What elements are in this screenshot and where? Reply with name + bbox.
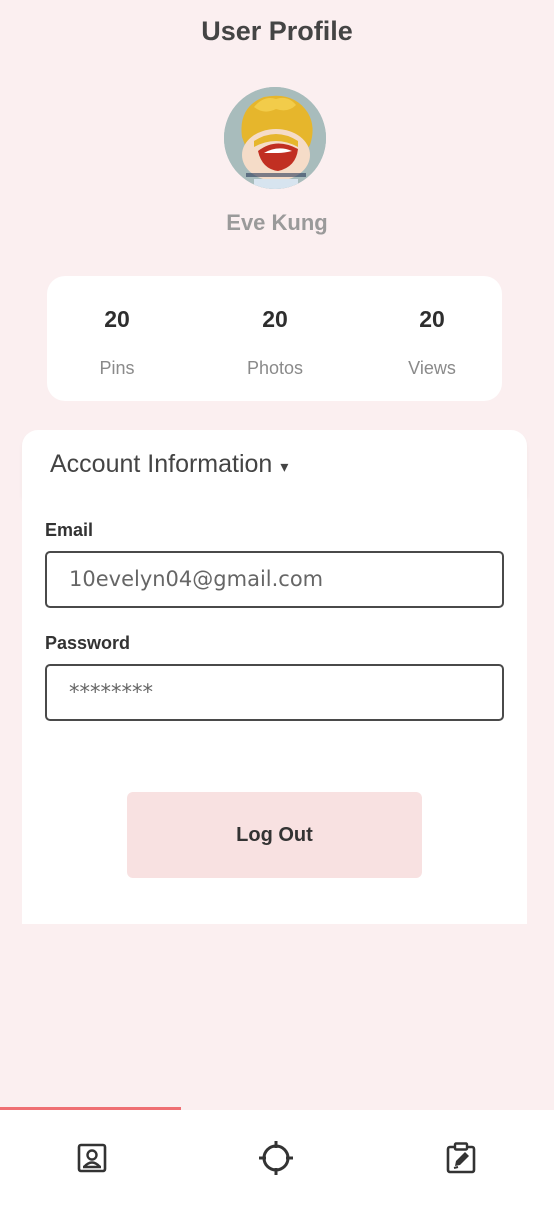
crosshair-icon bbox=[259, 1141, 293, 1175]
stat-value: 20 bbox=[262, 306, 288, 332]
password-label: Password bbox=[45, 633, 131, 653]
nav-locate[interactable] bbox=[184, 1110, 368, 1206]
stat-value: 20 bbox=[104, 306, 130, 332]
stat-value: 20 bbox=[419, 306, 445, 332]
profile-icon bbox=[77, 1143, 107, 1173]
avatar[interactable] bbox=[224, 87, 326, 189]
stat-label: Pins bbox=[99, 358, 135, 378]
stat-label: Views bbox=[408, 358, 456, 378]
logout-button[interactable]: Log Out bbox=[127, 792, 422, 878]
nav-profile[interactable] bbox=[0, 1110, 184, 1206]
account-info-toggle[interactable]: Account Information ▾ bbox=[22, 430, 527, 496]
account-info-title: Account Information bbox=[50, 450, 273, 478]
nav-edit[interactable] bbox=[369, 1110, 553, 1206]
user-name: Eve Kung bbox=[226, 210, 328, 235]
account-info-title-wrap: Account Information ▾ bbox=[50, 450, 288, 479]
email-field[interactable]: 10evelyn04@gmail.com bbox=[45, 551, 504, 608]
caret-down-icon: ▾ bbox=[280, 459, 289, 476]
avatar-cartoon-image bbox=[224, 87, 326, 189]
bottom-nav bbox=[0, 1110, 554, 1206]
stats-card: 20 Pins 20 Photos 20 Views bbox=[47, 276, 502, 401]
edit-clipboard-icon bbox=[446, 1142, 476, 1174]
email-label: Email bbox=[45, 520, 94, 540]
page-title: User Profile bbox=[201, 16, 353, 46]
stat-label: Photos bbox=[246, 358, 304, 378]
account-info-panel: Email 10evelyn04@gmail.com Password ****… bbox=[22, 496, 527, 924]
password-field[interactable]: ******** bbox=[45, 664, 504, 721]
